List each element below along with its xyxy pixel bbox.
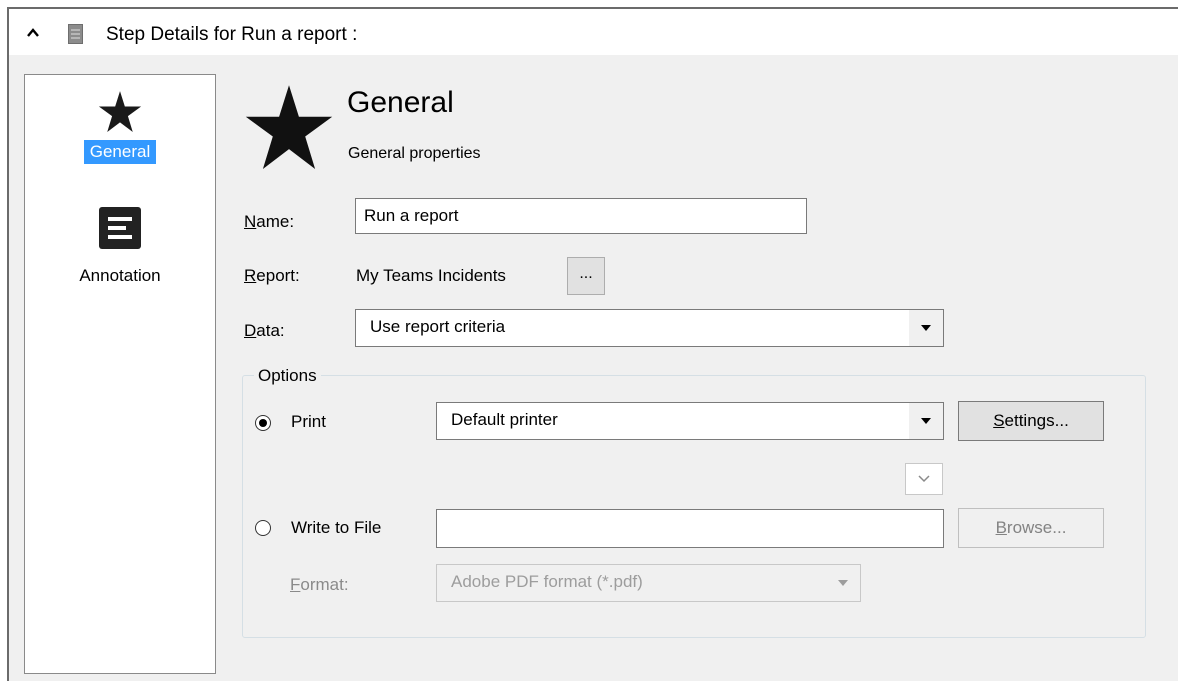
name-field[interactable] bbox=[355, 198, 807, 234]
print-radio[interactable] bbox=[255, 415, 271, 431]
file-path-field[interactable] bbox=[436, 509, 944, 548]
data-dropdown[interactable]: Use report criteria bbox=[355, 309, 944, 347]
write-to-file-radio[interactable] bbox=[255, 520, 271, 536]
format-label: Format: bbox=[290, 575, 349, 594]
dropdown-arrow-icon bbox=[909, 310, 943, 346]
options-legend: Options bbox=[254, 366, 321, 386]
printer-dropdown-value: Default printer bbox=[451, 410, 558, 429]
header-title: Step Details for Run a report : bbox=[106, 24, 358, 45]
document-icon bbox=[68, 24, 83, 44]
dropdown-arrow-icon bbox=[826, 565, 860, 601]
chevron-down-icon[interactable] bbox=[905, 463, 943, 495]
data-dropdown-value: Use report criteria bbox=[370, 317, 506, 336]
settings-button[interactable]: Settings... bbox=[958, 401, 1104, 441]
radio-selected-dot bbox=[259, 419, 267, 427]
page-subtitle: General properties bbox=[348, 145, 481, 162]
page-title: General bbox=[347, 86, 454, 119]
star-icon bbox=[98, 91, 142, 133]
star-icon bbox=[245, 85, 333, 169]
sidebar-item-label: Annotation bbox=[79, 266, 161, 285]
step-details-header[interactable]: Step Details for Run a report : bbox=[9, 9, 1178, 60]
sidebar: General Annotation bbox=[24, 74, 216, 674]
sidebar-item-general[interactable]: General bbox=[25, 91, 215, 164]
print-label[interactable]: Print bbox=[291, 412, 326, 432]
chevron-up-icon[interactable] bbox=[27, 27, 39, 39]
dropdown-arrow-icon bbox=[909, 403, 943, 439]
report-browse-button[interactable]: ... bbox=[567, 257, 605, 295]
format-dropdown[interactable]: Adobe PDF format (*.pdf) bbox=[436, 564, 861, 602]
write-to-file-label[interactable]: Write to File bbox=[291, 518, 381, 538]
format-dropdown-value: Adobe PDF format (*.pdf) bbox=[451, 572, 643, 591]
sidebar-item-annotation[interactable]: Annotation bbox=[25, 207, 215, 288]
sidebar-item-label: General bbox=[83, 140, 157, 164]
report-value: My Teams Incidents bbox=[356, 266, 506, 285]
printer-dropdown[interactable]: Default printer bbox=[436, 402, 944, 440]
annotation-icon bbox=[99, 207, 141, 249]
data-label: Data: bbox=[244, 321, 285, 340]
name-label: Name: bbox=[244, 212, 295, 231]
report-label: Report: bbox=[244, 266, 300, 285]
browse-button[interactable]: Browse... bbox=[958, 508, 1104, 548]
